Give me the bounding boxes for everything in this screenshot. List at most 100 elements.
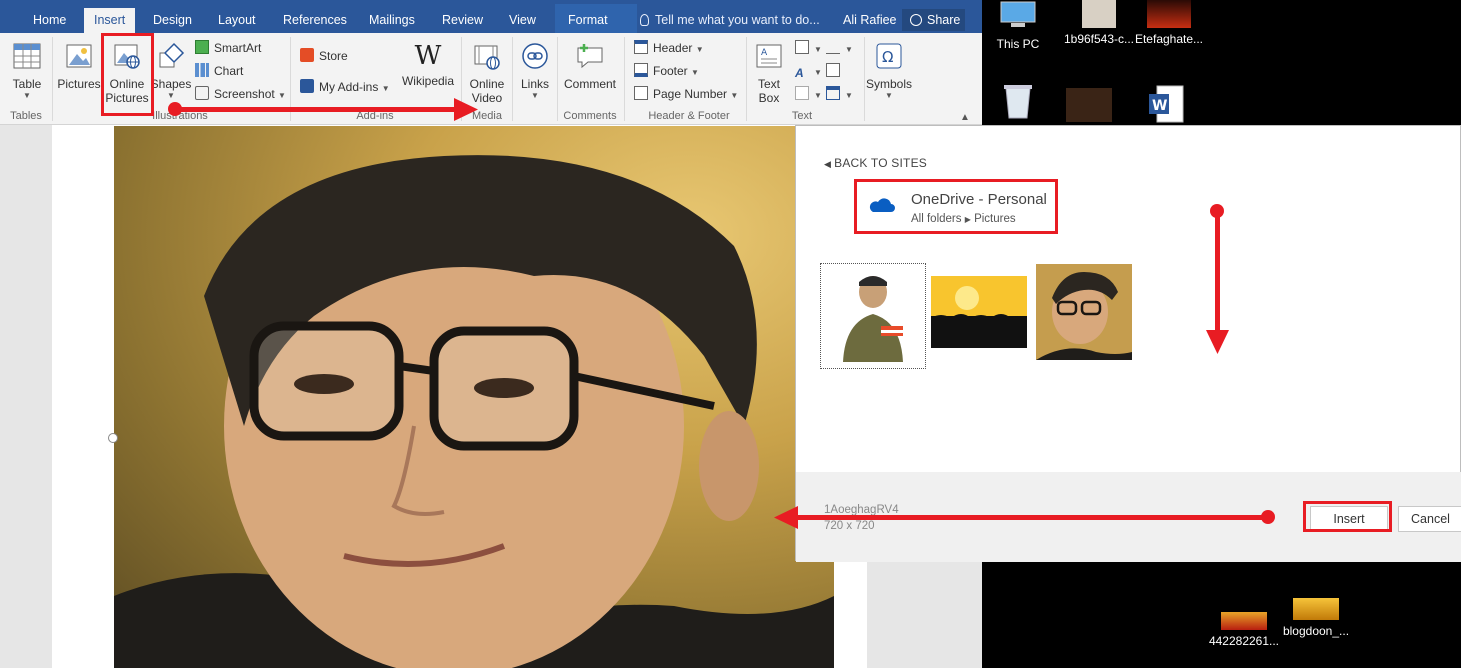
chevron-left-icon: ◀ [824,159,832,169]
tab-home[interactable]: Home [23,8,76,33]
desktop-icon-word-doc[interactable]: W [1146,84,1188,127]
table-label: Table [12,77,42,91]
shapes-icon [159,42,185,68]
chevron-down-icon: ▼ [23,91,31,100]
online-video-label-1: Online [469,77,505,91]
arrow-left-head-icon [774,506,798,529]
tab-insert[interactable]: Insert [84,8,136,33]
thumbnail-selected[interactable] [820,263,926,369]
tab-view[interactable]: View [499,8,546,33]
arrow-down-head-icon [1206,330,1229,354]
back-to-sites-link[interactable]: ◀ BACK TO SITES [824,156,927,170]
share-button[interactable]: Share [902,9,965,31]
svg-text:A: A [761,48,768,58]
picture-icon [66,44,92,68]
header-button[interactable]: Header ▼ [634,38,704,58]
comment-icon [577,44,603,69]
online-video-button[interactable]: Online Video [465,41,509,105]
date-time-button[interactable] [826,61,845,81]
wikipedia-button[interactable]: W Wikipedia [400,41,456,88]
footer-icon [634,63,648,77]
chart-button[interactable]: Chart [195,61,243,81]
table-button[interactable]: Table ▼ [8,41,46,100]
tab-format[interactable]: Format [558,8,618,33]
text-box-label-2: Box [758,91,780,105]
tell-me-search[interactable]: Tell me what you want to do... [640,8,820,33]
breadcrumb-pictures[interactable]: Pictures [974,213,1016,225]
thumbnail-portrait-image [1036,264,1132,360]
smartart-button[interactable]: SmartArt [195,38,261,58]
svg-text:W: W [1152,98,1167,114]
tab-review[interactable]: Review [432,8,493,33]
desktop-icon-file-3[interactable] [1066,88,1116,122]
chevron-down-icon: ▼ [381,84,390,93]
chevron-down-icon: ▼ [167,91,175,100]
image-file-icon [1221,612,1267,630]
thumbnail-portrait[interactable] [1036,264,1132,360]
tab-mailings[interactable]: Mailings [359,8,425,33]
onedrive-title: OneDrive - Personal [911,191,1047,208]
wikipedia-icon: W [414,41,442,71]
store-button[interactable]: Store [300,46,348,66]
chevron-down-icon: ▼ [814,68,822,77]
smartart-icon [195,40,209,54]
desktop-icon-recycle-bin[interactable] [998,82,1038,123]
desktop-icon-file-1[interactable]: 1b96f543-c... [1058,0,1140,46]
table-icon [13,43,41,69]
my-addins-button[interactable]: My Add-ins ▼ [300,77,390,97]
chevron-right-icon: ▶ [964,215,971,224]
thumbnail-sunset-camels[interactable] [931,276,1027,348]
onedrive-location[interactable]: OneDrive - Personal All folders ▶ Pictur… [854,179,1058,234]
desktop-icon-file-5[interactable]: blogdoon_... [1280,598,1352,638]
pictures-button[interactable]: Pictures [56,41,102,91]
desktop-icon-label: blogdoon_... [1282,624,1350,638]
arrow-right-head-icon [454,98,478,121]
symbols-label: Symbols [866,77,913,91]
screenshot-button[interactable]: Screenshot ▼ [195,84,286,104]
signature-line-button[interactable]: ▼ [826,38,853,58]
chevron-up-icon: ▲ [960,112,970,123]
divider [746,37,747,121]
back-to-sites-label: BACK TO SITES [834,156,927,170]
collapse-ribbon-button[interactable]: ▲ [960,106,970,126]
resize-handle[interactable] [108,433,118,443]
desktop-icon-label: Etefaghate... [1134,32,1204,46]
wordart-button[interactable]: A ▼ [795,61,822,81]
word-document-icon: W [1149,85,1184,123]
chevron-down-icon: ▼ [845,45,853,54]
comment-button[interactable]: Comment [560,41,620,91]
shapes-button[interactable]: Shapes ▼ [150,41,192,100]
computer-icon [1000,1,1036,27]
breadcrumb-all-folders[interactable]: All folders [911,213,962,225]
tab-design[interactable]: Design [143,8,202,33]
chevron-down-icon: ▼ [278,91,286,100]
page-number-button[interactable]: Page Number ▼ [634,84,738,104]
footer-label: Footer [653,64,688,78]
chevron-down-icon: ▼ [531,91,539,100]
page-number-label: Page Number [653,87,728,101]
image-file-icon [1082,0,1116,28]
footer-button[interactable]: Footer ▼ [634,61,699,81]
user-name[interactable]: Ali Rafiee [843,8,897,33]
divider [512,37,513,121]
object-button[interactable]: ▼ [826,84,853,104]
text-box-button[interactable]: A Text Box [750,41,788,105]
desktop-icon-file-2[interactable]: Etefaghate... [1132,0,1206,46]
tab-references[interactable]: References [273,8,357,33]
desktop-icon-file-4[interactable]: 442282261... [1208,612,1280,648]
wikipedia-label: Wikipedia [401,74,455,88]
quick-parts-button[interactable]: ▼ [795,38,822,58]
desktop-icon-this-pc[interactable]: This PC [992,0,1044,51]
thumbnail-sunset-image [931,276,1027,348]
image-file-icon [1066,88,1112,122]
symbols-button[interactable]: Ω Symbols ▼ [866,41,912,100]
chevron-down-icon: ▼ [845,91,853,100]
drop-cap-button[interactable]: ▼ [795,84,822,104]
tab-layout[interactable]: Layout [208,8,266,33]
svg-text:Ω: Ω [882,48,893,66]
chevron-down-icon: ▼ [695,45,704,54]
links-button[interactable]: Links ▼ [515,41,555,100]
inserted-picture[interactable] [114,126,834,668]
cancel-button[interactable]: Cancel [1398,506,1461,532]
desktop-icon-label: This PC [996,37,1040,51]
